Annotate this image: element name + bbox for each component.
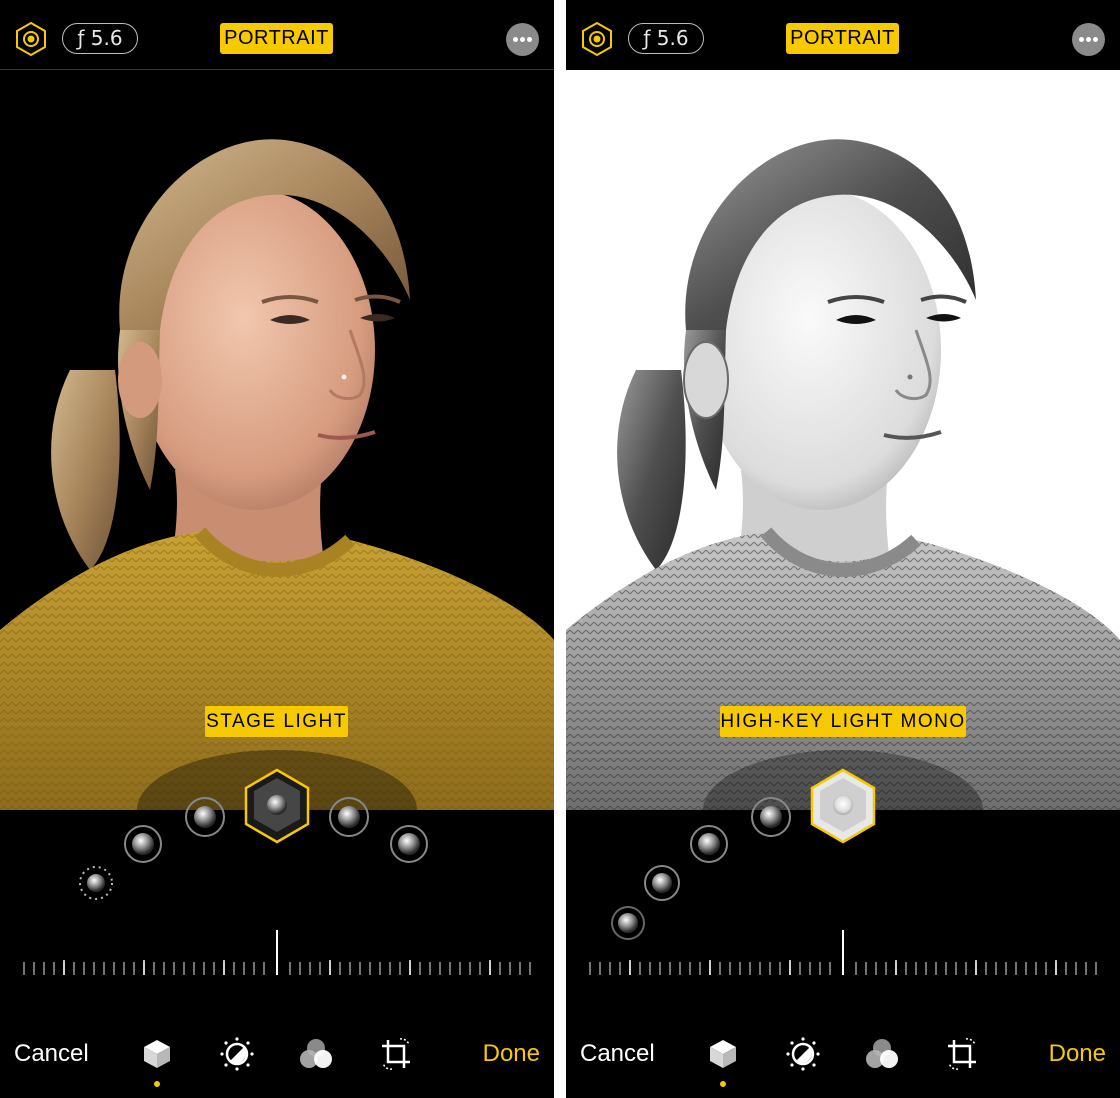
portrait-lighting-icon[interactable] bbox=[139, 1036, 175, 1087]
aperture-button[interactable]: ƒ 5.6 bbox=[628, 23, 704, 54]
crop-rotate-icon[interactable] bbox=[378, 1036, 414, 1072]
top-bar: ƒ 5.6 PORTRAIT bbox=[566, 0, 1120, 70]
stage-light-mono-option[interactable] bbox=[751, 797, 791, 837]
aperture-button[interactable]: ƒ 5.6 bbox=[62, 23, 138, 54]
stage-light-option[interactable] bbox=[690, 825, 728, 863]
top-bar: ƒ 5.6 PORTRAIT bbox=[0, 0, 554, 70]
natural-light-option[interactable] bbox=[79, 866, 113, 900]
more-options-button[interactable] bbox=[1072, 23, 1105, 56]
adjust-icon[interactable] bbox=[219, 1036, 255, 1072]
crop-rotate-icon[interactable] bbox=[944, 1036, 980, 1072]
portrait-high-key-mono-image bbox=[566, 70, 1120, 810]
portrait-mode-badge[interactable]: PORTRAIT bbox=[786, 23, 899, 54]
studio-light-option[interactable] bbox=[124, 825, 162, 863]
done-button[interactable]: Done bbox=[483, 1040, 540, 1068]
right-screen: ƒ 5.6 PORTRAIT HIGH-KEY LIGHT MONO Cance… bbox=[566, 0, 1120, 1098]
edit-toolbar: Cancel Done bbox=[0, 1030, 554, 1090]
intensity-slider[interactable] bbox=[0, 925, 554, 980]
portrait-photo bbox=[566, 70, 1120, 810]
more-options-button[interactable] bbox=[506, 23, 539, 56]
high-key-light-mono-option[interactable] bbox=[390, 825, 428, 863]
contour-light-option[interactable] bbox=[185, 797, 225, 837]
high-key-light-mono-option-selected[interactable] bbox=[810, 768, 876, 844]
lighting-effect-label: HIGH-KEY LIGHT MONO bbox=[720, 706, 966, 737]
portrait-mode-badge[interactable]: PORTRAIT bbox=[220, 23, 333, 54]
portrait-live-icon[interactable] bbox=[580, 22, 614, 56]
filters-icon[interactable] bbox=[864, 1036, 900, 1072]
portrait-photo bbox=[0, 70, 554, 810]
left-screen: ƒ 5.6 PORTRAIT STAGE LIGHT Cancel Done bbox=[0, 0, 554, 1098]
edit-toolbar: Cancel Done bbox=[566, 1030, 1120, 1090]
stage-light-mono-option[interactable] bbox=[329, 797, 369, 837]
cancel-button[interactable]: Cancel bbox=[14, 1040, 89, 1068]
cancel-button[interactable]: Cancel bbox=[580, 1040, 655, 1068]
adjust-icon[interactable] bbox=[785, 1036, 821, 1072]
portrait-live-icon[interactable] bbox=[14, 22, 48, 56]
portrait-stage-light-image bbox=[0, 70, 554, 810]
contour-light-option[interactable] bbox=[644, 865, 680, 901]
selected-tool-indicator bbox=[154, 1081, 160, 1087]
done-button[interactable]: Done bbox=[1049, 1040, 1106, 1068]
filters-icon[interactable] bbox=[298, 1036, 334, 1072]
intensity-slider[interactable] bbox=[566, 925, 1120, 980]
portrait-lighting-icon[interactable] bbox=[705, 1036, 741, 1087]
stage-light-option-selected[interactable] bbox=[244, 768, 310, 844]
selected-tool-indicator bbox=[720, 1081, 726, 1087]
lighting-effect-label: STAGE LIGHT bbox=[205, 706, 348, 737]
